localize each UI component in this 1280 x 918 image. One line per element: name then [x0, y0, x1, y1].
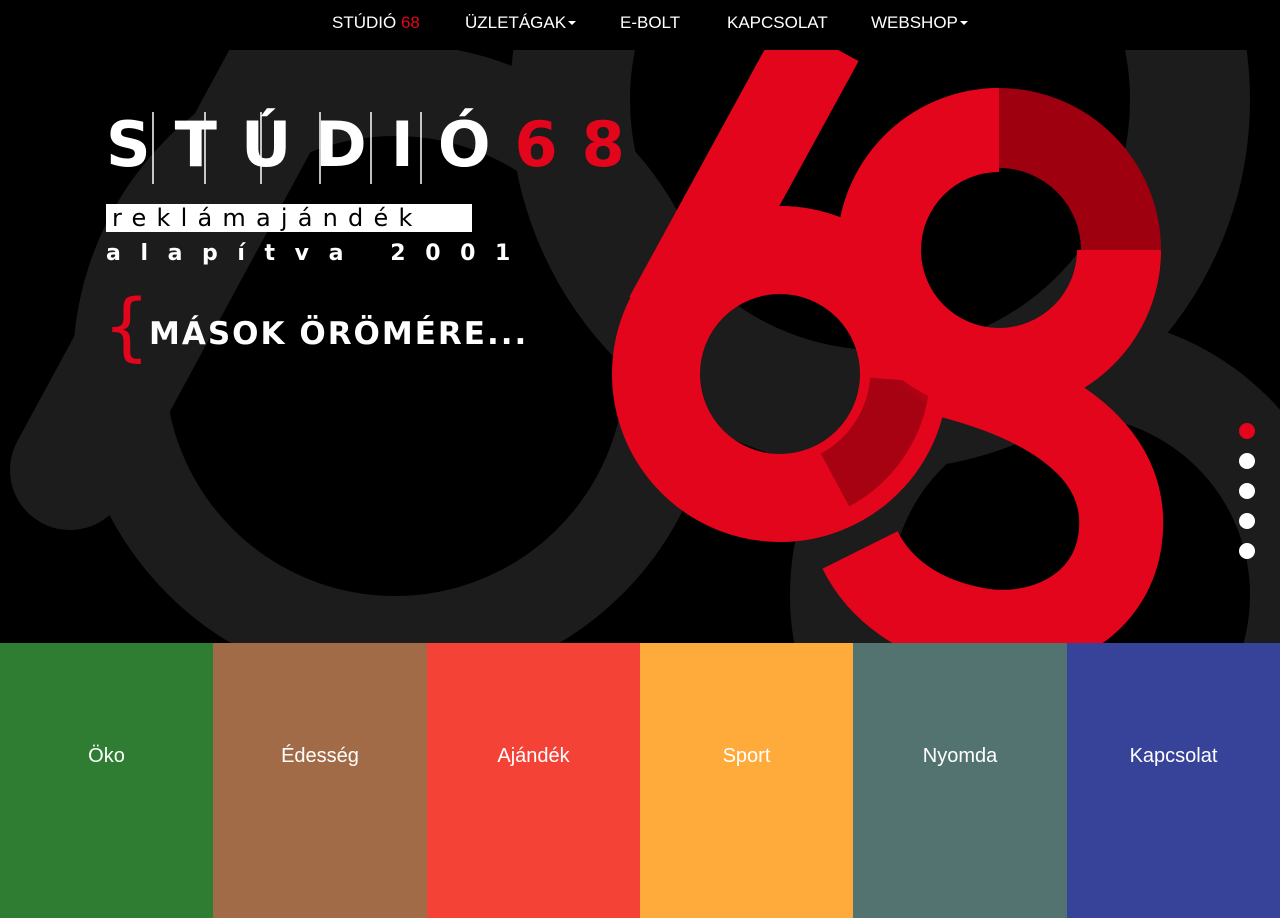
tile-nyomda-label: Nyomda	[922, 745, 998, 767]
slider-dot-1[interactable]	[1239, 423, 1255, 439]
hero-slogan: MÁSOK ÖRÖMÉRE...	[149, 316, 529, 352]
slider-dot-5[interactable]	[1239, 543, 1255, 559]
nav-item-kapcsolat[interactable]: KAPCSOLAT	[727, 0, 828, 46]
nav-item-webshop-label: WEBSHOP	[871, 13, 958, 32]
top-navbar: STÚDIÓ 68 ÜZLETÁGAK E-BOLT KAPCSOLAT WEB…	[0, 0, 1280, 50]
slider-dot-2[interactable]	[1239, 453, 1255, 469]
nav-item-studio-label: STÚDIÓ	[332, 13, 401, 32]
nav-item-webshop[interactable]: WEBSHOP	[871, 0, 968, 46]
nav-item-kapcsolat-label: KAPCSOLAT	[727, 13, 828, 32]
slider-pagination	[1239, 423, 1257, 563]
logo-tagline: reklámajándék	[106, 204, 472, 232]
tile-oko-label: Öko	[88, 745, 125, 767]
logo-founded: alapítva 2001	[106, 241, 530, 266]
nav-item-studio-accent: 68	[400, 13, 420, 32]
tile-edesseg-label: Édesség	[281, 745, 359, 767]
slider-dot-3[interactable]	[1239, 483, 1255, 499]
logo-divider-lines	[152, 112, 422, 184]
nav-item-studio[interactable]: STÚDIÓ 68	[332, 0, 420, 46]
tile-oko[interactable]: Öko	[0, 643, 213, 918]
tile-sport-label: Sport	[722, 745, 771, 767]
slider-dot-4[interactable]	[1239, 513, 1255, 529]
hero-slider: STÚDIÓ68 reklámajándék alapítva 2001 { M…	[0, 50, 1280, 643]
nav-item-uzletagak-label: ÜZLETÁGAK	[465, 13, 567, 32]
logo-number: 68	[514, 108, 649, 181]
tile-sport[interactable]: Sport	[640, 643, 853, 918]
chevron-down-icon	[568, 20, 577, 25]
tile-ajandek[interactable]: Ajándék	[427, 643, 640, 918]
tile-nyomda[interactable]: Nyomda	[853, 643, 1067, 918]
chevron-down-icon	[959, 20, 968, 25]
nav-item-ebolt[interactable]: E-BOLT	[620, 0, 680, 46]
slogan-brace: {	[103, 284, 151, 370]
tile-kapcsolat[interactable]: Kapcsolat	[1067, 643, 1280, 918]
tile-ajandek-label: Ajándék	[497, 745, 570, 767]
nav-item-uzletagak[interactable]: ÜZLETÁGAK	[465, 0, 577, 46]
tile-edesseg[interactable]: Édesség	[213, 643, 427, 918]
tile-kapcsolat-label: Kapcsolat	[1129, 745, 1218, 767]
category-tiles: Öko Édesség Ajándék Sport Nyomda Kapcsol…	[0, 643, 1280, 918]
nav-item-ebolt-label: E-BOLT	[620, 13, 681, 32]
